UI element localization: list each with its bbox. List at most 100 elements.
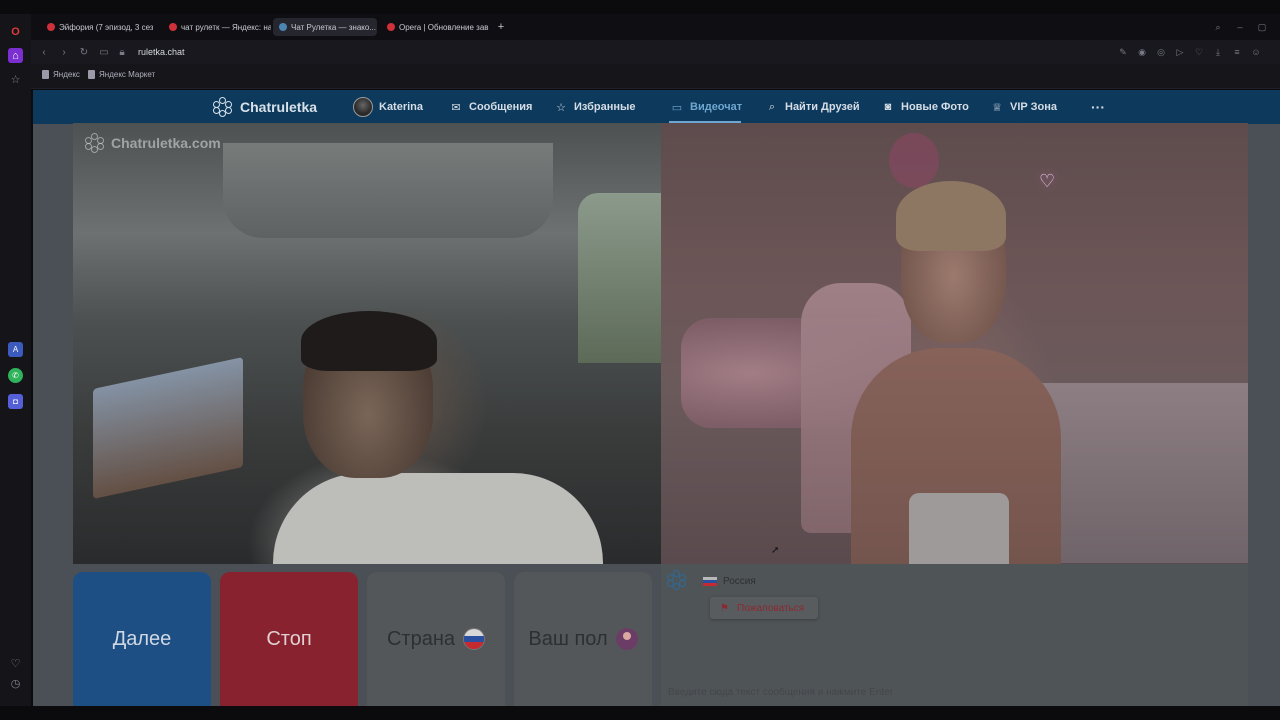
tab-label: Эйфория (7 эпизод, 3 сезон)	[59, 22, 153, 32]
nav-find-friends-label: Найти Друзей	[785, 101, 860, 113]
player-icon[interactable]: ▷	[1173, 45, 1187, 59]
nav-messages[interactable]: ✉ Сообщения	[449, 99, 532, 115]
search-tabs-icon[interactable]: ⌕	[1211, 20, 1225, 34]
nav-new-photos[interactable]: ◙ Новые Фото	[881, 99, 969, 115]
site-navbar: Chatruletka Katerina ✉ Сообщения ☆ Избра…	[33, 90, 1280, 124]
nav-find-friends[interactable]: ⌕ Найти Друзей	[765, 99, 860, 115]
camera-icon: ◙	[884, 101, 892, 113]
chat-message-input[interactable]	[668, 684, 1228, 700]
tab-favicon-icon	[279, 23, 287, 31]
tab-favicon-icon	[169, 23, 177, 31]
tab-opera-update[interactable]: Opera | Обновление зав...	[381, 18, 489, 36]
tab-bar: Эйфория (7 эпизод, 3 сезон) чат рулетк —…	[31, 14, 1280, 40]
easy-setup-icon[interactable]: ✎	[1116, 45, 1130, 59]
person-hair	[301, 311, 437, 371]
url-field[interactable]: ruletka.chat	[131, 43, 1131, 61]
nav-new-photos-label: Новые Фото	[901, 101, 969, 113]
report-button[interactable]: ⚑ Пожаловаться	[710, 597, 819, 619]
russia-flag-icon	[703, 576, 717, 587]
stop-button[interactable]: Стоп	[220, 572, 358, 706]
brand-logo[interactable]: Chatruletka	[213, 97, 317, 117]
nav-videochat[interactable]: ▭ Видеочат	[670, 99, 742, 115]
nav-favorites-label: Избранные	[574, 101, 636, 113]
car-sunroof	[223, 143, 553, 238]
person-hair	[896, 181, 1006, 251]
tab-label: Чат Рулетка — знако...	[291, 22, 376, 32]
country-button[interactable]: Страна	[367, 572, 505, 706]
snapshot-icon[interactable]: ◉	[1135, 45, 1149, 59]
bookmark-label: Яндекс Маркет	[99, 70, 156, 79]
web-page: Chatruletka Katerina ✉ Сообщения ☆ Избра…	[33, 90, 1280, 706]
local-video: Chatruletka.com	[73, 123, 661, 564]
heart-icon[interactable]: ♡	[8, 656, 23, 671]
crown-icon: ♕	[992, 101, 1002, 114]
back-icon[interactable]: ‹	[37, 45, 51, 59]
nav-vip[interactable]: ♕ VIP Зона	[990, 99, 1057, 115]
person-top	[909, 493, 1009, 564]
reload-icon[interactable]: ↻	[77, 45, 91, 59]
new-tab-button[interactable]: +	[491, 18, 511, 36]
nav-vip-label: VIP Зона	[1010, 101, 1057, 113]
neon-heart-icon: ♡	[1039, 171, 1056, 191]
profile-icon[interactable]: ☺	[1249, 45, 1263, 59]
chatruletka-logo-icon	[85, 133, 105, 153]
browser-window: O ⌂ ☆ A ✆ ◘ ♡ ◷ Эйфория (7 эпизод, 3 сез…	[0, 0, 1280, 720]
watermark-text: Chatruletka.com	[111, 135, 221, 151]
opera-logo-icon[interactable]: O	[8, 24, 23, 39]
tab-favicon-icon	[387, 23, 395, 31]
star-icon[interactable]: ☆	[8, 72, 23, 87]
whatsapp-icon[interactable]: ✆	[8, 368, 23, 383]
partner-country: Россия	[723, 576, 756, 587]
address-bar: ‹ › ↻ ▭ 🔒︎ ruletka.chat ✎ ◉ ◎ ▷ ♡ ⤓ ≡ ☺	[31, 40, 1280, 64]
flag-icon: ⚑	[720, 602, 729, 614]
bookmark-yandex[interactable]: Яндекс	[42, 70, 80, 79]
bookmark-yandex-market[interactable]: Яндекс Маркет	[88, 70, 155, 79]
partner-video: ♡	[661, 123, 1248, 564]
maximize-icon[interactable]: ▢	[1255, 20, 1269, 34]
next-button[interactable]: Далее	[73, 572, 211, 706]
stop-button-label: Стоп	[266, 627, 312, 650]
nav-videochat-label: Видеочат	[690, 101, 743, 113]
bookmark-page-icon	[42, 70, 49, 79]
lock-icon: 🔒︎	[119, 46, 125, 58]
bookmarks-bar: Яндекс Яндекс Маркет	[31, 64, 1280, 89]
nav-profile-label: Katerina	[379, 101, 424, 113]
chatruletka-logo-icon	[667, 570, 687, 590]
next-button-label: Далее	[112, 627, 172, 650]
mouse-cursor-icon: ➚	[771, 545, 780, 556]
chat-panel: Россия ⚑ Пожаловаться	[661, 564, 1248, 706]
watermark: Chatruletka.com	[85, 133, 221, 153]
home-icon[interactable]: ⌂	[8, 48, 23, 63]
minimize-icon[interactable]: –	[1233, 20, 1247, 34]
wall-sign	[889, 133, 939, 188]
tab-favicon-icon	[47, 23, 55, 31]
gender-button[interactable]: Ваш пол	[514, 572, 652, 706]
star-icon: ☆	[556, 101, 566, 114]
forward-icon[interactable]: ›	[57, 45, 71, 59]
aria-icon[interactable]: A	[8, 342, 23, 357]
country-button-label: Страна	[386, 627, 456, 650]
menu-icon[interactable]: ≡	[1230, 45, 1244, 59]
history-icon[interactable]: ◷	[8, 676, 23, 691]
partner-location: Россия	[703, 576, 756, 587]
more-icon[interactable]: ···	[1091, 99, 1105, 115]
chatruletka-logo-icon	[213, 97, 233, 117]
tab-euphoria[interactable]: Эйфория (7 эпизод, 3 сезон)	[41, 18, 153, 36]
tab-yandex-search[interactable]: чат рулетк — Яндекс: на...	[163, 18, 271, 36]
brand-name: Chatruletka	[240, 99, 318, 115]
messenger-icon[interactable]: ◘	[8, 394, 23, 409]
vpn-icon[interactable]: ◎	[1154, 45, 1168, 59]
search-icon: ⌕	[768, 100, 776, 113]
gender-avatar-icon	[615, 628, 638, 650]
tab-chatroulette[interactable]: Чат Рулетка — знако...	[273, 18, 377, 36]
speed-dial-icon[interactable]: ▭	[97, 45, 111, 59]
nav-profile[interactable]: Katerina	[353, 97, 423, 117]
download-icon[interactable]: ⤓	[1211, 45, 1225, 59]
report-button-label: Пожаловаться	[737, 602, 805, 614]
person-shirt	[273, 473, 603, 564]
russia-flag-icon	[463, 628, 486, 650]
car-window	[93, 357, 243, 499]
favorites-icon[interactable]: ♡	[1192, 45, 1206, 59]
nav-favorites[interactable]: ☆ Избранные	[554, 99, 636, 115]
car-window	[578, 193, 661, 363]
